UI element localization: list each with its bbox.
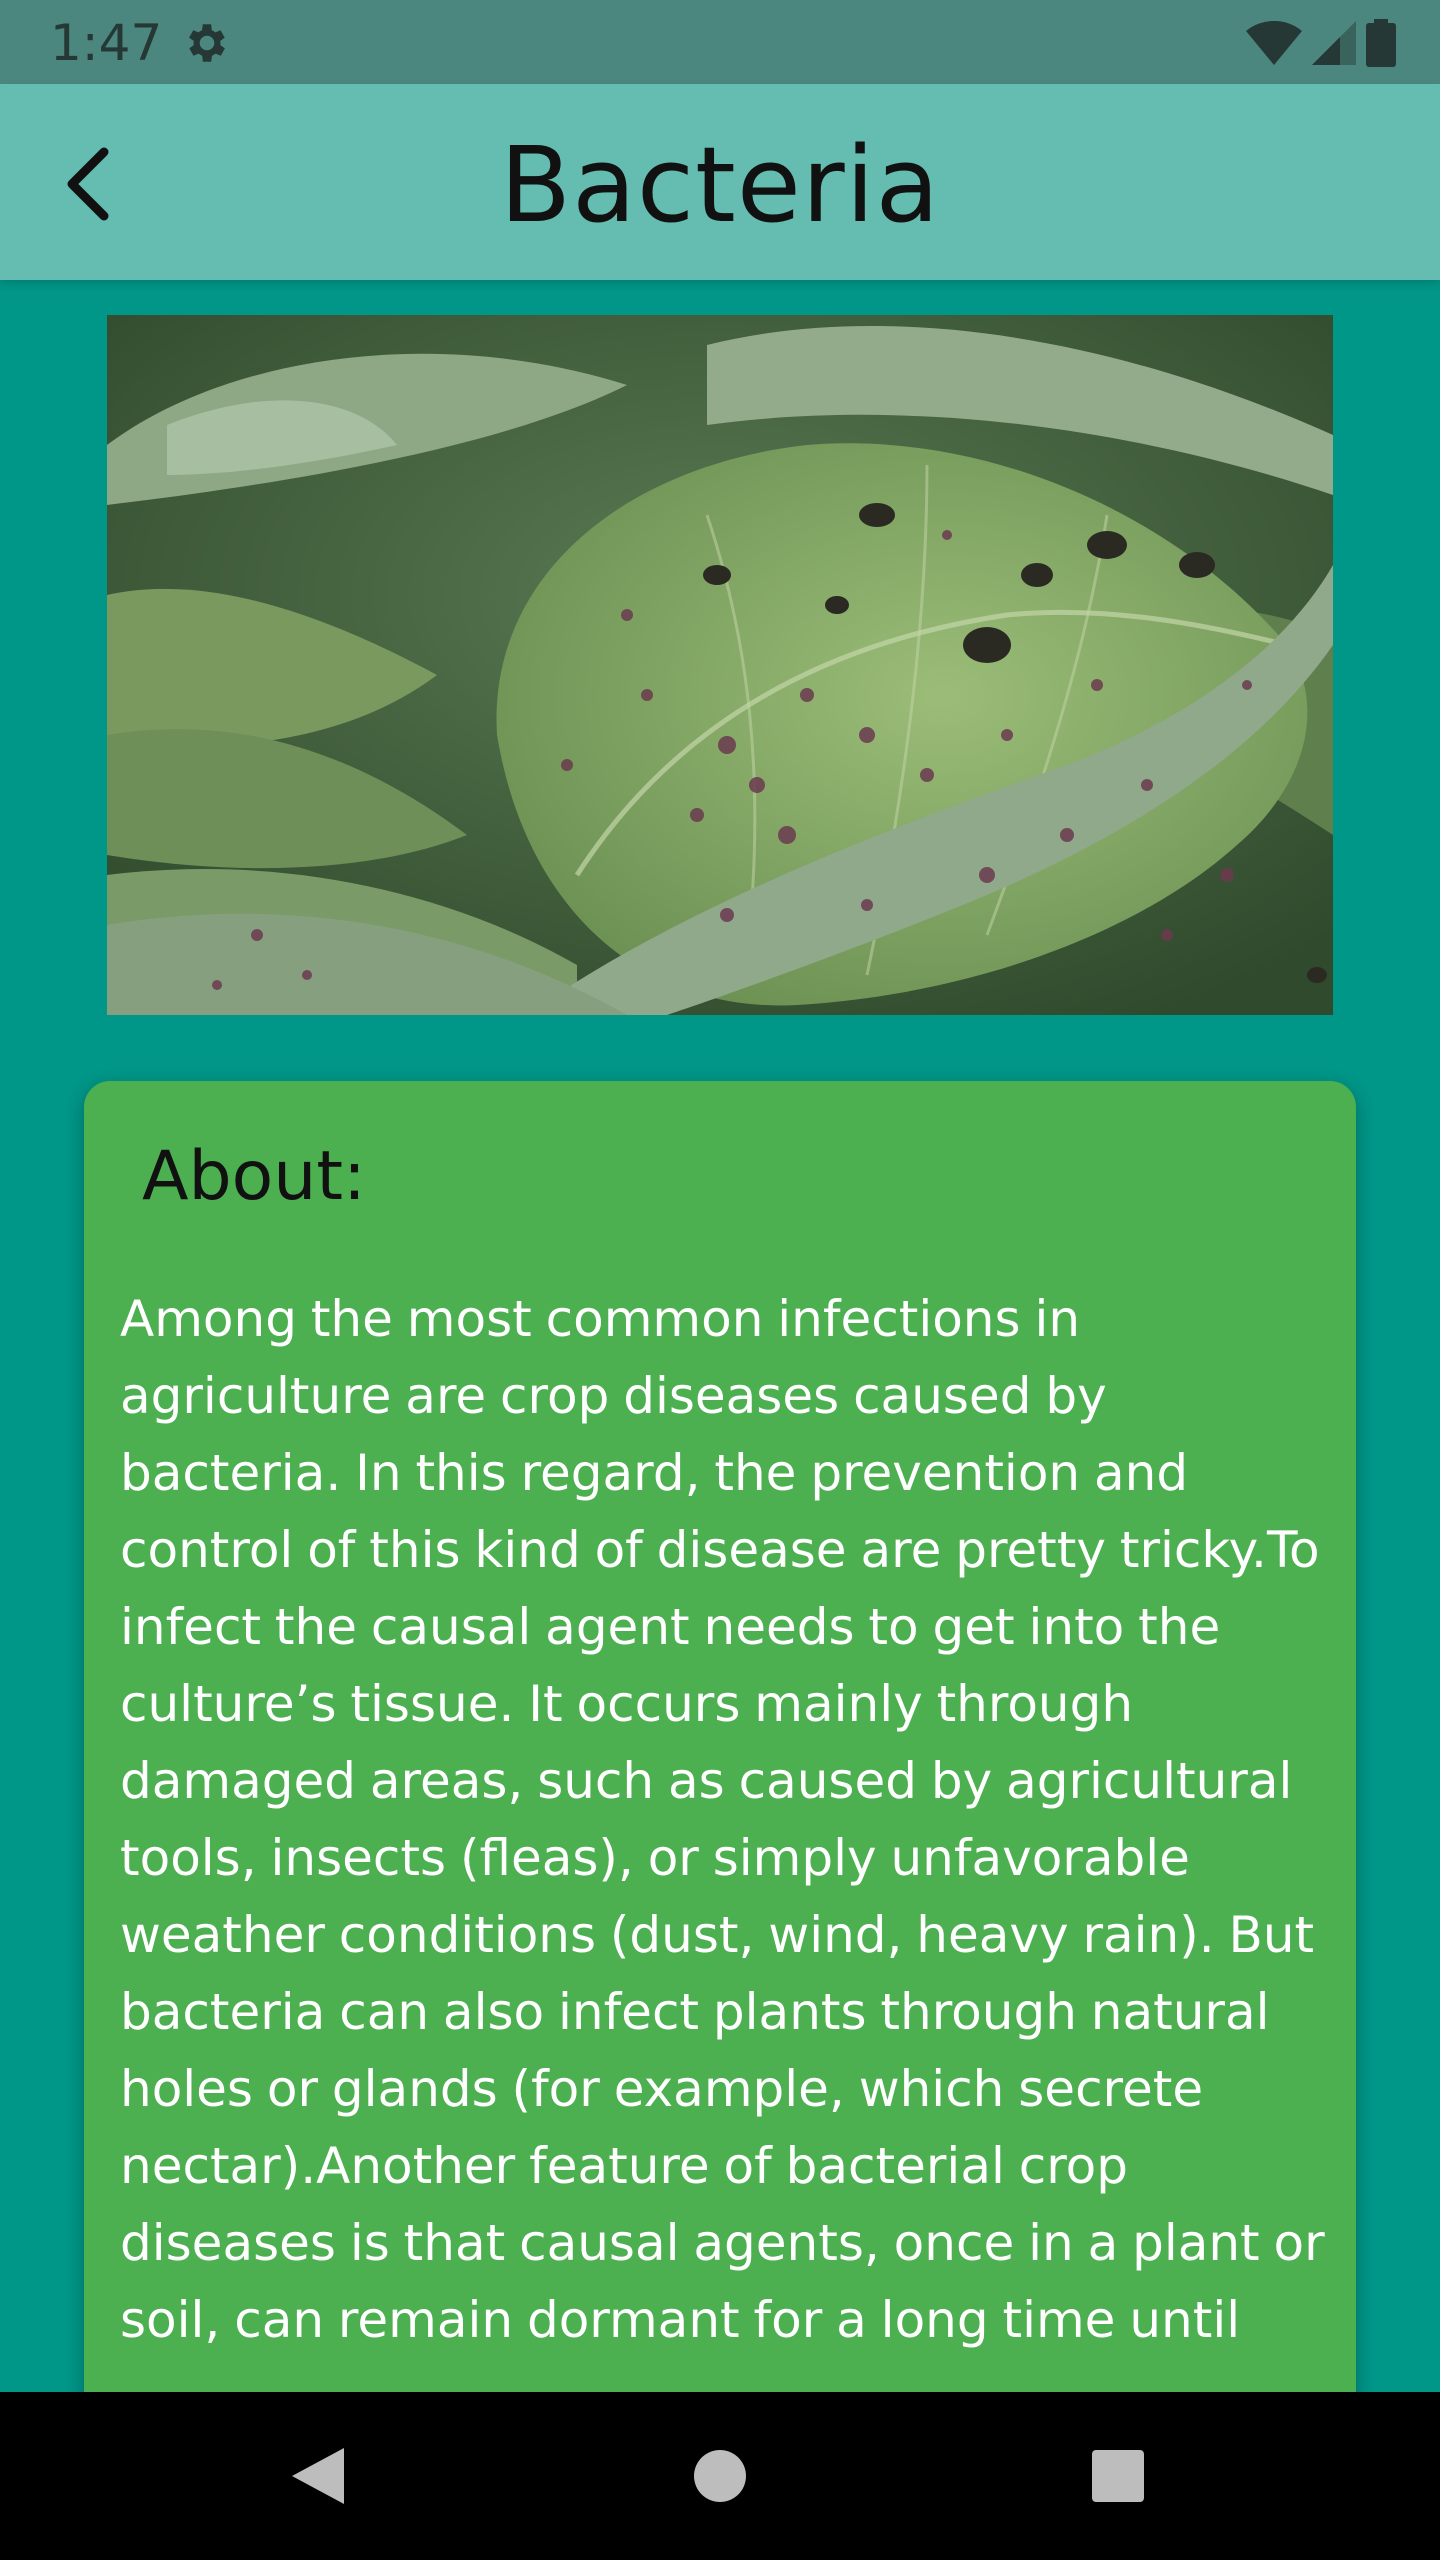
about-body-text: Among the most common infections in agri… — [120, 1290, 1325, 2349]
leaf-photo-image — [107, 315, 1333, 1015]
nav-home-button[interactable] — [670, 2426, 770, 2526]
status-time: 1:47 — [50, 14, 163, 72]
home-circle-icon — [694, 2450, 746, 2502]
app-screen: 1:47 Bacteria About: Among the most comm… — [0, 0, 1440, 2560]
app-bar: Bacteria — [0, 84, 1440, 280]
nav-recents-button[interactable] — [1068, 2426, 1168, 2526]
battery-icon — [1366, 19, 1396, 67]
about-heading: About: — [142, 1137, 366, 1216]
wifi-icon — [1246, 21, 1302, 65]
status-icons — [1246, 18, 1396, 68]
back-triangle-icon — [292, 2448, 344, 2504]
recents-square-icon — [1092, 2450, 1144, 2502]
system-nav-bar — [0, 2392, 1440, 2560]
page-title: Bacteria — [499, 124, 941, 246]
signal-icon — [1312, 21, 1356, 65]
settings-icon — [189, 24, 225, 62]
status-bar: 1:47 — [0, 0, 1440, 84]
leaf-disease-photo — [107, 315, 1333, 1015]
about-card: About: Among the most common infections … — [84, 1081, 1356, 2560]
nav-back-button[interactable] — [268, 2426, 368, 2526]
